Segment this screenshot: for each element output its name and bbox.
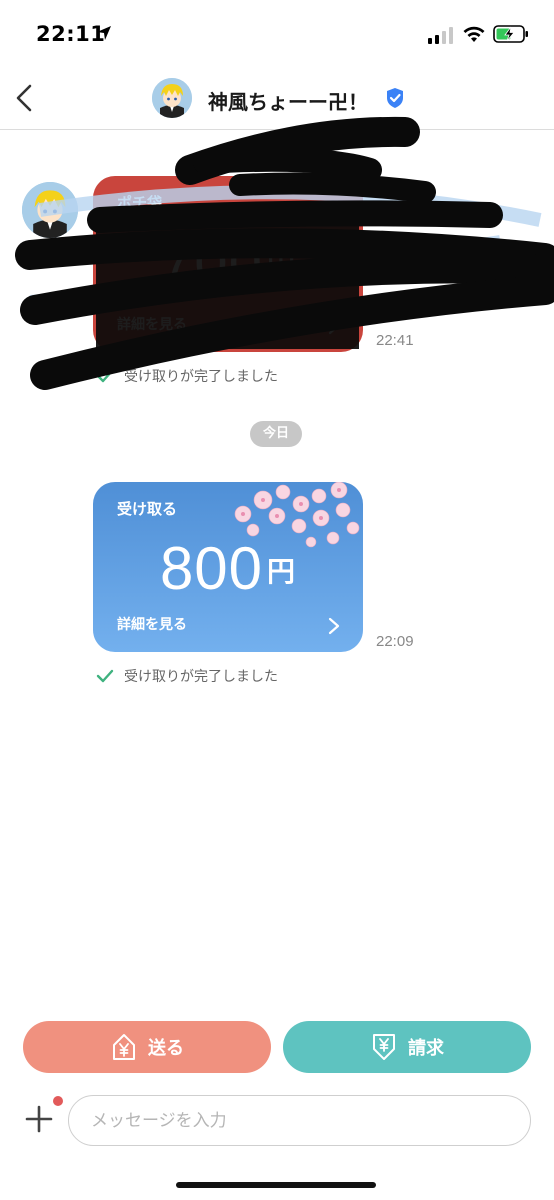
- receive-card[interactable]: 受け取る 800 円 詳細を見る: [93, 482, 363, 652]
- message-input[interactable]: [68, 1095, 531, 1146]
- location-arrow-icon: [97, 26, 111, 40]
- receipt-status: 受け取りが完了しました: [96, 366, 278, 386]
- details-link[interactable]: 詳細を見る: [117, 614, 187, 634]
- currency-label: 円: [267, 555, 297, 588]
- card-label: ポチ袋: [117, 194, 163, 212]
- receipt-status-text: 受け取りが完了しました: [124, 669, 278, 685]
- message-time: 22:09: [376, 633, 414, 650]
- status-time: 22:11: [36, 22, 106, 46]
- amount-value: 800: [159, 535, 264, 602]
- request-button[interactable]: 請求: [283, 1021, 531, 1073]
- request-yen-icon: [373, 1034, 395, 1060]
- receipt-status: 受け取りが完了しました: [96, 666, 278, 686]
- home-indicator[interactable]: [176, 1182, 376, 1188]
- chevron-right-icon: [328, 317, 340, 335]
- avatar[interactable]: [152, 78, 192, 118]
- card-label: 受け取る: [117, 500, 178, 518]
- sender-avatar-image: [22, 182, 78, 238]
- details-link[interactable]: 詳細を見る: [117, 314, 187, 334]
- send-button[interactable]: 送る: [23, 1021, 271, 1073]
- status-bar: 22:11: [0, 0, 554, 70]
- cellular-signal-icon: [428, 27, 453, 44]
- sender-avatar[interactable]: [22, 182, 78, 238]
- check-icon: [96, 669, 114, 683]
- message-time: 22:41: [376, 332, 414, 349]
- amount-value: 700: [159, 229, 264, 296]
- chat-header: 神風ちょーー卍！: [0, 70, 554, 130]
- back-button[interactable]: [10, 80, 42, 116]
- card-amount: 800 円: [93, 534, 363, 603]
- chevron-right-icon: [328, 617, 340, 635]
- notification-dot: [53, 1096, 63, 1106]
- request-button-label: 請求: [408, 1038, 444, 1059]
- wifi-icon: [463, 26, 485, 42]
- receipt-status-text: 受け取りが完了しました: [124, 369, 278, 385]
- check-icon: [96, 369, 114, 383]
- chat-title: 神風ちょーー卍！: [208, 90, 368, 114]
- send-button-label: 送る: [148, 1038, 184, 1059]
- currency-label: 円: [267, 249, 297, 282]
- plus-icon[interactable]: [24, 1104, 54, 1134]
- avatar-image: [152, 78, 192, 118]
- verified-badge-icon: [387, 88, 403, 108]
- card-amount: 700 円: [93, 228, 363, 297]
- battery-charging-icon: [493, 25, 528, 43]
- send-yen-icon: [113, 1034, 135, 1060]
- date-separator: 今日: [250, 421, 302, 447]
- pochi-bukuro-card[interactable]: ポチ袋 700 円 詳細を見る: [93, 176, 363, 352]
